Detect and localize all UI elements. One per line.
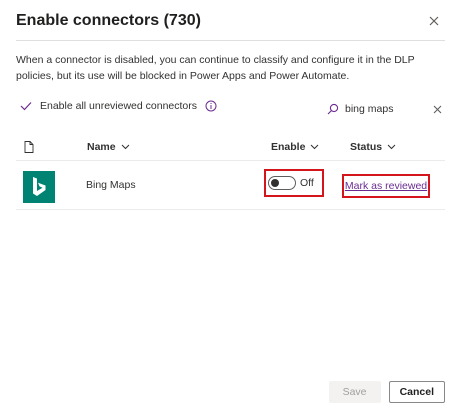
table-header: Name Enable Status <box>16 136 445 161</box>
dialog-description: When a connector is disabled, you can co… <box>16 54 415 82</box>
dialog-footer: Save Cancel <box>328 381 445 403</box>
file-type-column-header <box>24 141 34 153</box>
enable-all-label: Enable all unreviewed connectors <box>40 100 198 112</box>
clear-search-button[interactable] <box>429 105 445 114</box>
search-icon <box>327 103 341 115</box>
enable-toggle-highlight: Off <box>264 169 324 197</box>
chevron-down-icon <box>121 144 130 150</box>
chevron-down-icon <box>310 144 319 150</box>
search-box[interactable]: bing maps <box>327 98 445 120</box>
enable-all-button[interactable]: Enable all unreviewed connectors <box>20 100 217 112</box>
enable-toggle-label: Off <box>300 177 314 189</box>
status-highlight: Mark as reviewed <box>342 174 430 198</box>
info-icon[interactable] <box>205 100 217 112</box>
toggle-knob <box>271 179 279 187</box>
column-header-enable[interactable]: Enable <box>271 141 319 153</box>
mark-as-reviewed-link[interactable]: Mark as reviewed <box>345 180 427 192</box>
connectors-table: Name Enable Status Bing Maps Off Mark as… <box>16 136 445 210</box>
clear-icon <box>433 105 441 113</box>
toolbar: Enable all unreviewed connectors bing ma… <box>16 96 445 122</box>
column-header-enable-label: Enable <box>271 141 306 153</box>
enable-toggle[interactable] <box>268 176 296 190</box>
close-icon <box>429 16 439 26</box>
column-header-name-label: Name <box>87 141 116 153</box>
header-divider <box>16 40 445 41</box>
cancel-button[interactable]: Cancel <box>388 381 445 403</box>
search-input[interactable]: bing maps <box>345 103 429 115</box>
close-button[interactable] <box>423 10 445 32</box>
dialog-title: Enable connectors (730) <box>16 12 201 29</box>
dialog-header: Enable connectors (730) <box>16 10 445 34</box>
table-row[interactable]: Bing Maps Off Mark as reviewed <box>16 161 445 210</box>
save-button[interactable]: Save <box>328 381 381 403</box>
column-header-status-label: Status <box>350 141 383 153</box>
column-header-status[interactable]: Status <box>350 141 396 153</box>
chevron-down-icon <box>387 144 396 150</box>
connector-name: Bing Maps <box>86 179 136 191</box>
checkmark-icon <box>20 101 32 111</box>
bing-logo-icon <box>23 171 55 203</box>
column-header-name[interactable]: Name <box>87 141 130 153</box>
enable-connectors-dialog: Enable connectors (730) When a connector… <box>0 0 461 413</box>
file-icon <box>24 141 34 153</box>
